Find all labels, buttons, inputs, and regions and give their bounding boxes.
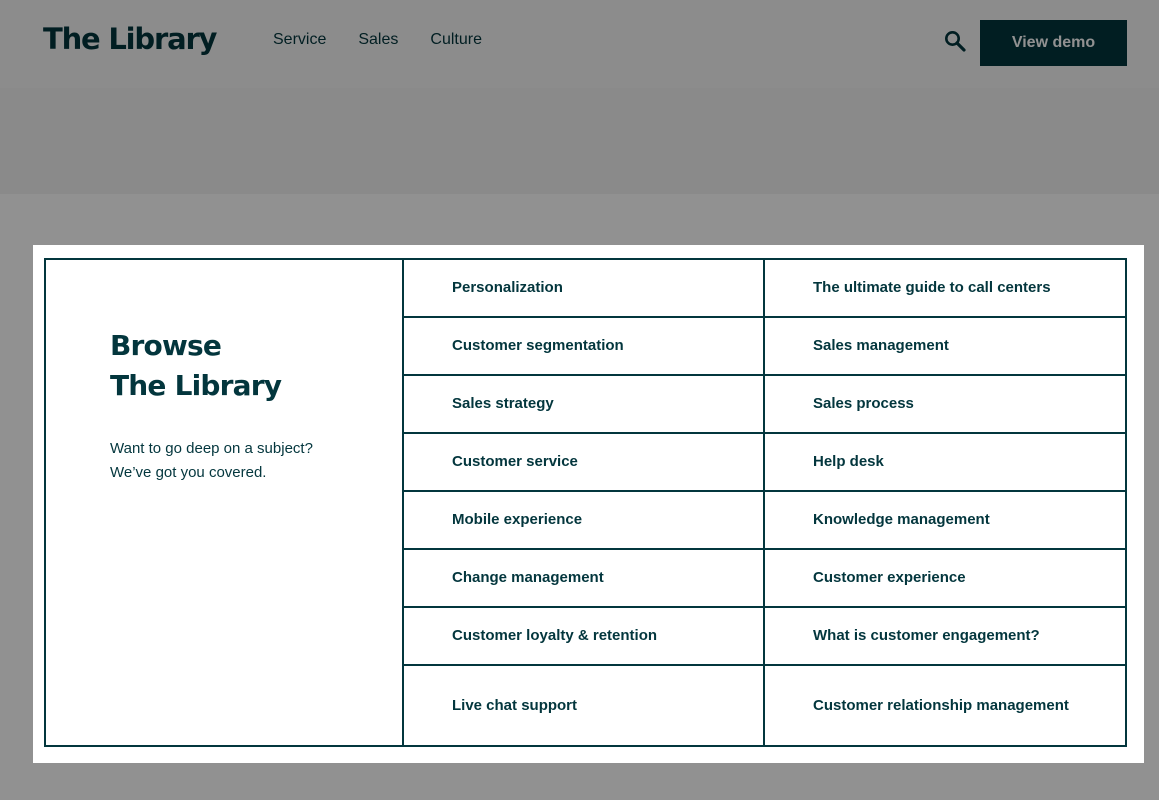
topic-link-call-centers[interactable]: The ultimate guide to call centers (765, 260, 1125, 318)
topic-link-help-desk[interactable]: Help desk (765, 434, 1125, 492)
topic-link-crm[interactable]: Customer relationship management (765, 666, 1125, 745)
topic-link-knowledge-management[interactable]: Knowledge management (765, 492, 1125, 550)
library-modal: Browse The Library Want to go deep on a … (33, 245, 1144, 763)
topic-link-change-management[interactable]: Change management (404, 550, 765, 608)
modal-description-line-2: We’ve got you covered. (110, 464, 267, 481)
modal-title-line-1: Browse (110, 329, 222, 362)
topic-link-customer-loyalty[interactable]: Customer loyalty & retention (404, 608, 765, 666)
modal-title-line-2: The Library (110, 369, 282, 402)
topic-link-live-chat-support[interactable]: Live chat support (404, 666, 765, 745)
topic-grid: Personalization The ultimate guide to ca… (404, 260, 1125, 745)
topic-link-customer-segmentation[interactable]: Customer segmentation (404, 318, 765, 376)
topic-link-customer-engagement[interactable]: What is customer engagement? (765, 608, 1125, 666)
topic-link-customer-service[interactable]: Customer service (404, 434, 765, 492)
topic-link-sales-process[interactable]: Sales process (765, 376, 1125, 434)
topic-link-sales-strategy[interactable]: Sales strategy (404, 376, 765, 434)
modal-description-line-1: Want to go deep on a subject? (110, 440, 313, 457)
topic-link-customer-experience[interactable]: Customer experience (765, 550, 1125, 608)
library-modal-frame: Browse The Library Want to go deep on a … (44, 258, 1127, 747)
modal-intro: Browse The Library Want to go deep on a … (46, 260, 404, 745)
topic-link-personalization[interactable]: Personalization (404, 260, 765, 318)
topic-link-mobile-experience[interactable]: Mobile experience (404, 492, 765, 550)
modal-title: Browse The Library (110, 326, 402, 406)
topic-link-sales-management[interactable]: Sales management (765, 318, 1125, 376)
modal-description: Want to go deep on a subject? We’ve got … (110, 437, 402, 485)
